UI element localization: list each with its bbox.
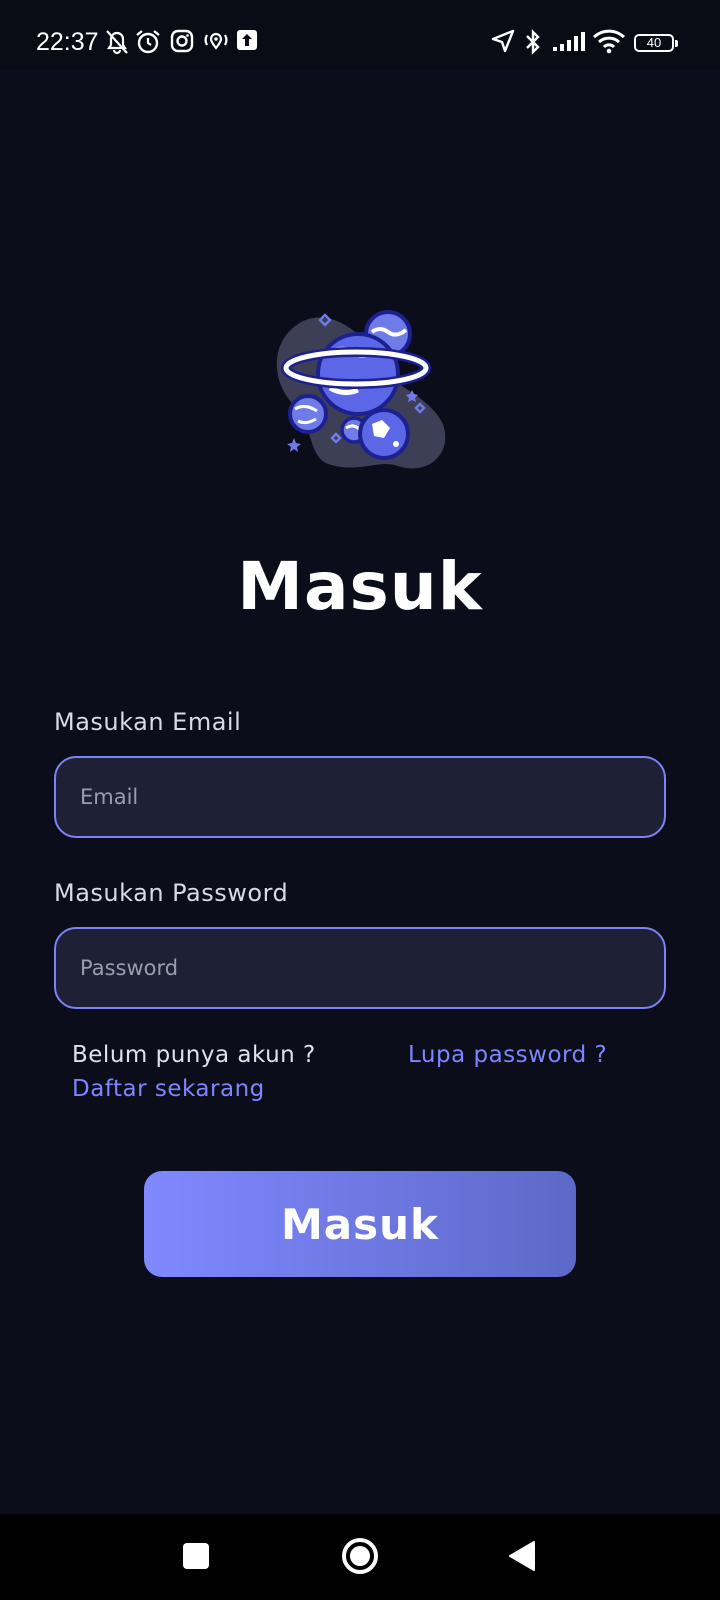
back-triangle-icon[interactable] <box>508 1540 536 1576</box>
location-tracking-icon <box>202 28 230 58</box>
bluetooth-icon <box>524 28 542 60</box>
upload-icon <box>236 28 258 56</box>
register-link[interactable]: Daftar sekarang <box>72 1076 265 1102</box>
navigation-icon <box>490 28 516 58</box>
status-bar: 22:37 40 <box>0 0 720 70</box>
signal-icon <box>552 28 586 58</box>
bell-off-icon <box>104 28 130 60</box>
no-account-text: Belum punya akun ? <box>72 1042 316 1068</box>
recents-square-icon[interactable] <box>182 1542 210 1574</box>
planet-icon <box>268 304 458 488</box>
home-circle-icon[interactable] <box>341 1537 379 1579</box>
password-label: Masukan Password <box>54 879 289 907</box>
alarm-icon <box>134 28 162 60</box>
navigation-bar <box>0 1514 720 1600</box>
page-title: Masuk <box>237 548 483 625</box>
password-field[interactable] <box>54 927 666 1009</box>
wifi-icon <box>592 28 626 58</box>
login-button[interactable]: Masuk <box>144 1171 576 1277</box>
email-field[interactable] <box>54 756 666 838</box>
forgot-password-link[interactable]: Lupa password ? <box>408 1042 607 1068</box>
battery-indicator: 40 <box>634 34 678 52</box>
email-label: Masukan Email <box>54 708 242 736</box>
instagram-icon <box>170 28 194 58</box>
status-time: 22:37 <box>36 28 99 56</box>
